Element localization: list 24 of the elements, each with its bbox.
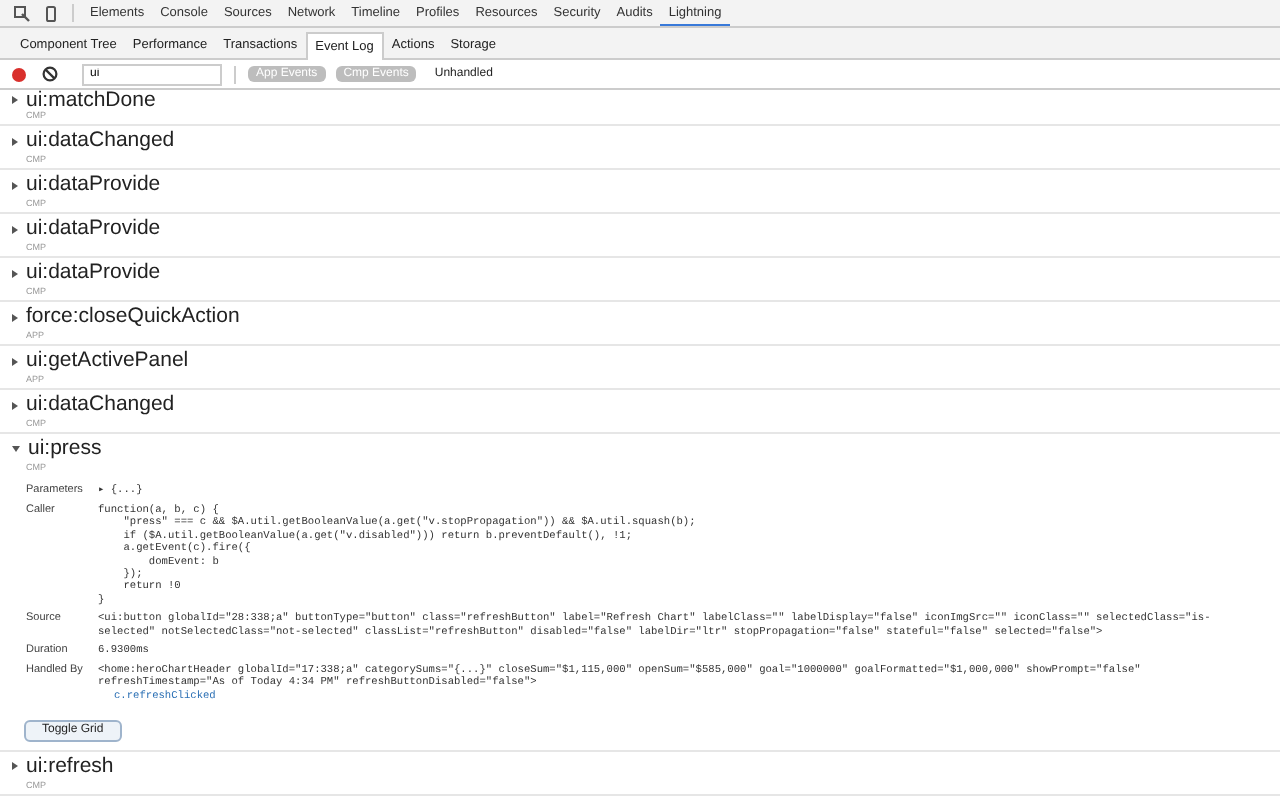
collapsed-triangle-icon[interactable] xyxy=(12,225,18,233)
event-name[interactable]: ui:dataProvide xyxy=(26,216,161,242)
collapsed-triangle-icon[interactable] xyxy=(12,401,18,409)
record-icon[interactable] xyxy=(12,67,26,81)
collapsed-triangle-icon[interactable] xyxy=(12,137,18,145)
clear-icon[interactable] xyxy=(42,66,58,82)
collapsed-triangle-icon[interactable] xyxy=(12,181,18,189)
phone-icon[interactable] xyxy=(46,5,56,21)
event-name[interactable]: ui:dataChanged xyxy=(26,128,175,154)
collapsed-triangle-icon[interactable] xyxy=(12,269,18,277)
collapsed-triangle-icon[interactable] xyxy=(12,313,18,321)
collapsed-triangle-icon[interactable] xyxy=(12,357,18,365)
event-name[interactable]: ui:dataChanged xyxy=(26,392,175,418)
event-name[interactable]: ui:refresh xyxy=(26,753,114,780)
event-name[interactable]: ui:matchDone xyxy=(26,87,156,113)
inspect-icon[interactable] xyxy=(14,5,30,21)
collapsed-triangle-icon[interactable] xyxy=(12,96,18,104)
collapsed-triangle-icon[interactable] xyxy=(12,762,18,771)
event-name[interactable]: ui:getActivePanel xyxy=(26,348,189,374)
expanded-triangle-icon[interactable] xyxy=(12,446,20,452)
event-name[interactable]: ui:dataProvide xyxy=(26,172,161,198)
event-name[interactable]: force:closeQuickAction xyxy=(26,304,240,330)
event-name[interactable]: ui:dataProvide xyxy=(26,260,161,286)
event-name[interactable]: ui:press xyxy=(28,436,102,462)
